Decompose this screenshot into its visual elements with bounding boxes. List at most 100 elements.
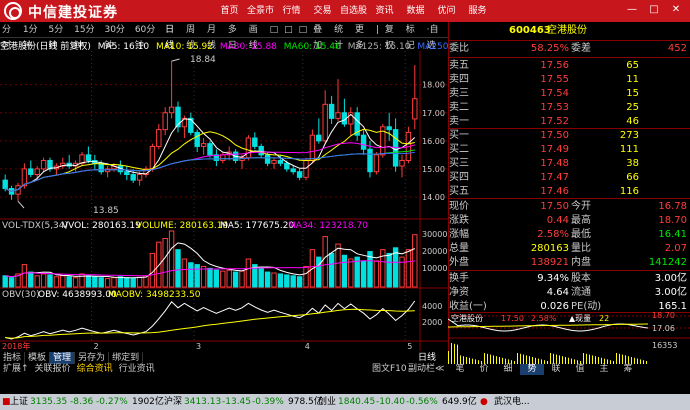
kline-chart[interactable]: 2 3 4 5 18.00 17.00 16.00 15.00 14.00 30000 2000… — [0, 51, 448, 352]
menu-item-1[interactable]: 全景市场 — [245, 0, 276, 38]
quote-detail-tabs: 笔价细势联值主筹 — [448, 364, 690, 375]
volume-bar — [373, 260, 380, 288]
weicha-value: 452 — [667, 43, 687, 54]
mini-vol-bar — [598, 357, 599, 364]
toolbar-item-14[interactable]: 叠加 — [311, 22, 332, 51]
toolbar-item-2[interactable]: 5分钟 — [47, 22, 73, 51]
indicator-tab-4[interactable]: 绑定到 — [109, 352, 144, 364]
high-price-marker: 18.84 — [190, 55, 216, 65]
toolbar-item-9[interactable]: 多日 — [226, 22, 247, 51]
volume-bar — [335, 243, 341, 288]
toolbar-item-5[interactable]: 60分钟 — [133, 22, 163, 51]
info-tab-1[interactable]: 关联报价 — [32, 364, 74, 375]
menu-item-7[interactable]: 优问 — [431, 0, 462, 22]
mini-vol-bar — [454, 343, 455, 364]
price-tick: 17.00 — [422, 109, 445, 118]
detail-tab-6[interactable]: 主 — [592, 364, 616, 375]
chart-grid: 2 3 4 5 — [0, 51, 448, 351]
mini-vol-bar — [457, 344, 458, 364]
menu-item-8[interactable]: 服务 — [462, 0, 493, 22]
restore-icon[interactable]: □ — [648, 4, 660, 16]
detail-tab-4[interactable]: 联 — [544, 364, 568, 375]
period-toolbar: 分时 1分钟 5分钟 15分钟 30分钟 60分钟 日线 周线 月线 多日 画线 □ □ □ 叠加 统计 更多 |… — [0, 22, 448, 51]
indicator-tab-2[interactable]: 管理 — [50, 352, 76, 364]
toolbar-item-19[interactable]: 标记 — [404, 22, 425, 51]
volume-bar — [28, 271, 34, 288]
info-tab-3[interactable]: 行业资讯 — [116, 364, 158, 375]
toolbar-item-16[interactable]: 更多 — [353, 22, 374, 51]
price-tick: 16.00 — [422, 137, 445, 146]
detail-tab-3[interactable]: 势 — [520, 364, 544, 375]
detail-tab-1[interactable]: 价 — [472, 364, 496, 375]
close-icon[interactable]: ✕ — [670, 4, 682, 16]
candle-body — [290, 168, 296, 173]
candle-body — [162, 112, 168, 131]
volume-bar — [98, 277, 104, 288]
volume-bar — [232, 271, 239, 288]
toolbar-item-20[interactable]: ·自选 — [425, 22, 448, 51]
detail-tab-7[interactable]: 筹 — [616, 364, 640, 375]
menu-item-2[interactable]: 行情 — [276, 0, 307, 22]
menu-item-4[interactable]: 自选股 — [338, 0, 369, 22]
volume-bar — [8, 277, 15, 288]
toolbar-item-4[interactable]: 30分钟 — [102, 22, 132, 51]
info-tab-2[interactable]: 综合资讯 — [74, 364, 116, 375]
mini-vol-bar — [499, 357, 500, 364]
detail-tab-0[interactable]: 笔 — [448, 364, 472, 375]
period-label: 日线 — [418, 353, 437, 363]
indicator-tab-3[interactable]: 另存为 — [75, 352, 110, 364]
detail-tab-5[interactable]: 值 — [568, 364, 592, 375]
vol-ma34-label: MA34: 123218.70 — [288, 221, 368, 231]
volume-bar — [162, 237, 168, 288]
volume-bar — [111, 277, 117, 288]
volume-bar — [168, 230, 175, 288]
toolbar-item-0[interactable]: 分时 — [0, 22, 21, 51]
menu-item-6[interactable]: 数据 — [400, 0, 431, 22]
toolbar-item-11[interactable]: □ — [268, 22, 283, 37]
cy-index-value: 1840.45 — [338, 397, 376, 407]
mini-vol-bar — [529, 356, 530, 364]
buy-price: 17.46 — [540, 186, 569, 197]
f10-link[interactable]: 图文F10 — [372, 364, 407, 375]
mini-vol-bar — [526, 355, 527, 364]
minimize-icon[interactable]: — — [626, 4, 638, 16]
menu-item-5[interactable]: 资讯 — [369, 0, 400, 22]
mini-vol-bar — [487, 353, 488, 364]
menu-item-3[interactable]: 交易 — [307, 0, 338, 22]
mini-vol-bar — [517, 353, 518, 364]
side-panel-toggle[interactable]: 副动栏≪ — [408, 364, 444, 375]
info-tab-0[interactable]: 扩展↑ — [0, 364, 32, 375]
buy-level-row: 买五 17.46 116 — [449, 186, 639, 197]
toolbar-item-15[interactable]: 统计 — [332, 22, 353, 51]
intraday-mini-chart[interactable]: 18.70 17.06 16353 — [448, 308, 690, 364]
toolbar-item-18[interactable]: 复权 — [383, 22, 404, 51]
toolbar-item-8[interactable]: 月线 — [205, 22, 226, 51]
month-tick: 3 — [196, 342, 201, 351]
sell-price: 17.54 — [540, 88, 569, 99]
obv-tick: 4000 — [422, 302, 442, 311]
volume-bar — [264, 271, 271, 288]
news-ticker[interactable]: 武汉电... — [494, 394, 530, 410]
toolbar-item-12[interactable]: □ — [282, 22, 297, 37]
volume-bar — [2, 275, 8, 288]
toolbar-item-7[interactable]: 周线 — [184, 22, 205, 51]
indicator-tab-1[interactable]: 模板 — [25, 352, 51, 364]
volume-bar — [130, 277, 136, 288]
mini-volume-bars — [448, 343, 647, 364]
menu-item-0[interactable]: 首页 — [214, 0, 245, 22]
buy-price: 17.49 — [540, 144, 569, 155]
stock-name: 空港股份 — [547, 25, 587, 36]
toolbar-item-10[interactable]: 画线 — [247, 22, 268, 51]
sell-price: 17.52 — [540, 116, 569, 127]
volume-bar — [348, 258, 354, 288]
toolbar-item-1[interactable]: 1分钟 — [21, 22, 47, 51]
toolbar-item-13[interactable]: □ — [297, 22, 312, 37]
toolbar-item-3[interactable]: 15分钟 — [72, 22, 102, 51]
toolbar-item-17[interactable]: | — [374, 22, 383, 37]
indicator-tab-0[interactable]: 指标 — [0, 352, 26, 364]
mini-vol-bar — [625, 355, 626, 364]
buy-volume: 116 — [619, 186, 639, 197]
candle-body — [149, 145, 156, 170]
toolbar-item-6[interactable]: 日线 — [163, 22, 184, 51]
detail-tab-2[interactable]: 细 — [496, 364, 520, 375]
